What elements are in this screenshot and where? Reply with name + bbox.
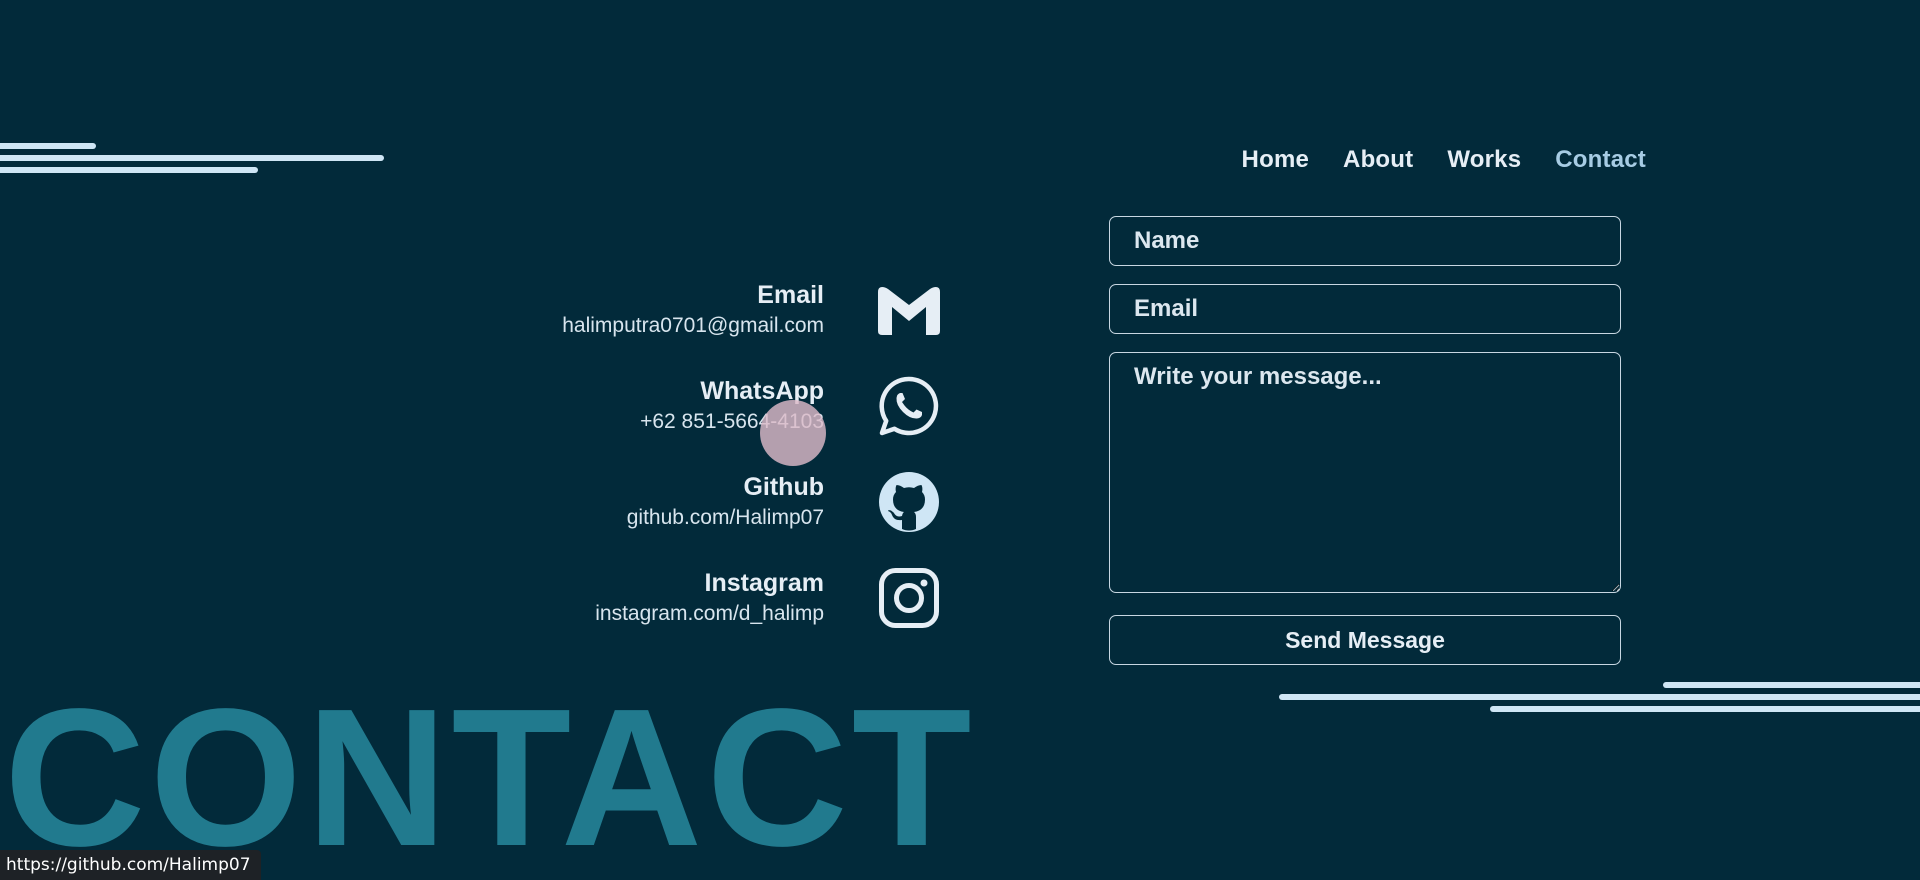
contact-title: Instagram <box>704 569 824 597</box>
main-nav: Home About Works Contact <box>1242 146 1646 174</box>
browser-status-bar: https://github.com/Halimp07 <box>0 850 261 880</box>
nav-home[interactable]: Home <box>1242 146 1309 174</box>
contact-value: instagram.com/d_halimp <box>595 602 824 625</box>
nav-about[interactable]: About <box>1343 146 1413 174</box>
contact-value: github.com/Halimp07 <box>626 506 824 529</box>
nav-contact[interactable]: Contact <box>1555 146 1646 174</box>
contact-item-github[interactable]: Github github.com/Halimp07 <box>440 454 940 550</box>
contact-list: Email halimputra0701@gmail.com WhatsApp … <box>440 262 940 646</box>
decor-line-top-2 <box>0 155 384 161</box>
gmail-icon <box>878 279 940 341</box>
cursor-highlight <box>760 400 826 466</box>
contact-heading: CONTACT <box>4 668 976 880</box>
instagram-icon <box>878 567 940 629</box>
whatsapp-icon <box>878 375 940 437</box>
contact-value: halimputra0701@gmail.com <box>562 314 824 337</box>
contact-text: Github github.com/Halimp07 <box>627 471 824 533</box>
contact-form: Send Message <box>1109 216 1621 665</box>
contact-item-whatsapp[interactable]: WhatsApp +62 851-5664-4103 <box>440 358 940 454</box>
decor-line-bottom-2 <box>1279 694 1920 700</box>
github-icon <box>878 471 940 533</box>
nav-works[interactable]: Works <box>1447 146 1521 174</box>
send-message-button[interactable]: Send Message <box>1109 615 1621 665</box>
decor-line-top-1 <box>0 143 96 149</box>
contact-title: Email <box>757 281 824 309</box>
decor-line-top-3 <box>0 167 258 173</box>
name-input[interactable] <box>1109 216 1621 266</box>
message-textarea[interactable] <box>1109 352 1621 593</box>
contact-page: Home About Works Contact Email halimputr… <box>0 0 1920 880</box>
contact-item-email[interactable]: Email halimputra0701@gmail.com <box>440 262 940 358</box>
decor-line-bottom-3 <box>1490 706 1920 712</box>
contact-text: Email halimputra0701@gmail.com <box>562 279 824 341</box>
decor-line-bottom-1 <box>1663 682 1920 688</box>
email-input[interactable] <box>1109 284 1621 334</box>
contact-item-instagram[interactable]: Instagram instagram.com/d_halimp <box>440 550 940 646</box>
contact-title: Github <box>743 473 824 501</box>
contact-text: Instagram instagram.com/d_halimp <box>595 567 824 629</box>
